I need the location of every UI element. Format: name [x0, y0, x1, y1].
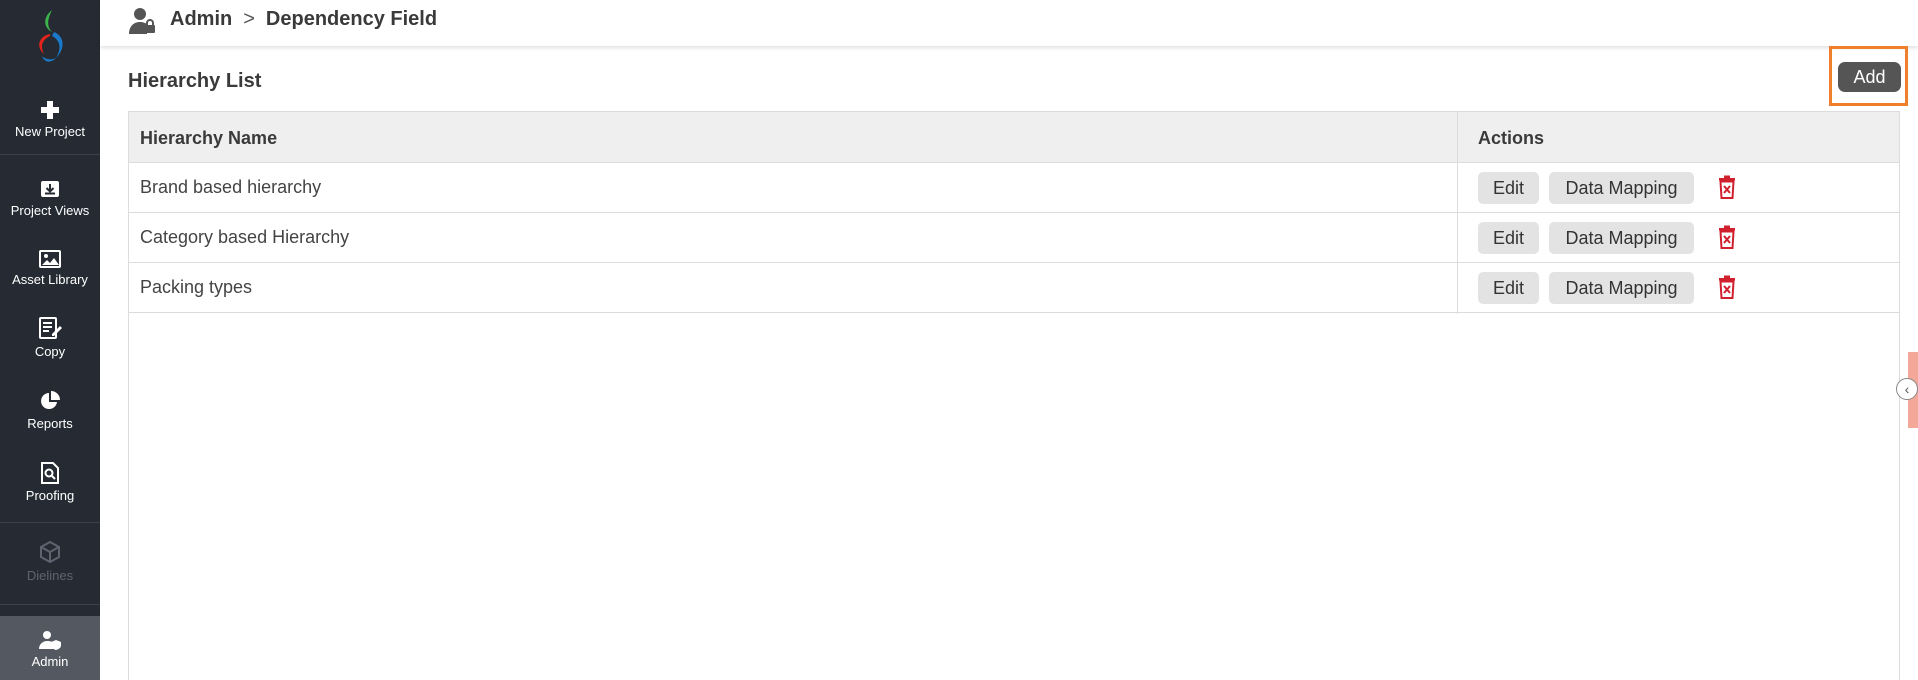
download-box-icon [40, 173, 60, 199]
hierarchy-name: Brand based hierarchy [140, 177, 322, 197]
data-mapping-button[interactable]: Data Mapping [1549, 222, 1694, 254]
breadcrumb: Admin > Dependency Field [170, 8, 437, 31]
sidebar-item-new-project[interactable]: New Project [0, 94, 100, 139]
column-header-hierarchy-name: Hierarchy Name [140, 128, 278, 148]
sidebar-divider [0, 154, 100, 155]
image-icon [39, 242, 61, 268]
delete-icon[interactable] [1718, 175, 1736, 204]
delete-icon[interactable] [1718, 225, 1736, 254]
sidebar-item-asset-library[interactable]: Asset Library [0, 242, 100, 287]
breadcrumb-section[interactable]: Admin [170, 8, 232, 31]
data-mapping-button[interactable]: Data Mapping [1549, 172, 1694, 204]
top-bar: Admin > Dependency Field [100, 0, 1918, 46]
edit-document-icon [38, 314, 62, 340]
sidebar-item-label: Copy [34, 344, 66, 359]
edit-button[interactable]: Edit [1478, 172, 1539, 204]
edit-button[interactable]: Edit [1478, 272, 1539, 304]
column-header-actions: Actions [1478, 128, 1545, 148]
sidebar: New Project Project Views Asset Library … [0, 0, 100, 680]
admin-user-lock-icon [128, 6, 156, 41]
page-title: Hierarchy List [128, 70, 262, 92]
plus-icon [40, 94, 60, 120]
search-document-icon [40, 458, 60, 484]
sidebar-item-label: New Project [14, 124, 86, 139]
breadcrumb-page: Dependency Field [265, 8, 438, 30]
edit-button[interactable]: Edit [1478, 222, 1539, 254]
chevron-left-icon[interactable]: ‹ [1896, 378, 1918, 400]
user-shield-icon [38, 624, 62, 650]
hierarchy-name: Packing types [140, 277, 253, 297]
table-row: Brand based hierarchy Edit Data Mapping [129, 163, 1899, 213]
sidebar-item-project-views[interactable]: Project Views [0, 173, 100, 218]
sidebar-item-admin[interactable]: Admin [0, 616, 100, 680]
sidebar-item-label: Asset Library [12, 272, 88, 287]
sidebar-item-label: Dielines [26, 568, 74, 583]
add-button[interactable]: Add [1838, 62, 1901, 92]
table-row: Packing types Edit Data Mapping [129, 263, 1899, 313]
sidebar-item-label: Project Views [10, 203, 90, 218]
delete-icon[interactable] [1718, 275, 1736, 304]
sidebar-item-proofing[interactable]: Proofing [0, 458, 100, 503]
sidebar-divider [0, 604, 100, 605]
app-logo[interactable] [0, 0, 100, 72]
hierarchy-table: Hierarchy Name Actions Brand based hiera… [128, 111, 1900, 680]
sidebar-item-label: Proofing [25, 488, 75, 503]
data-mapping-button[interactable]: Data Mapping [1549, 272, 1694, 304]
sidebar-item-copy[interactable]: Copy [0, 314, 100, 359]
breadcrumb-separator: > [243, 8, 255, 30]
sidebar-item-reports[interactable]: Reports [0, 386, 100, 431]
sidebar-divider [0, 522, 100, 523]
box-icon [38, 538, 62, 564]
sidebar-item-dielines: Dielines [0, 538, 100, 583]
table-header: Hierarchy Name Actions [129, 112, 1899, 163]
hierarchy-name: Category based Hierarchy [140, 227, 350, 247]
pie-chart-icon [39, 386, 61, 412]
sidebar-item-label: Reports [27, 416, 73, 431]
table-row: Category based Hierarchy Edit Data Mappi… [129, 213, 1899, 263]
sidebar-item-label: Admin [31, 654, 69, 669]
